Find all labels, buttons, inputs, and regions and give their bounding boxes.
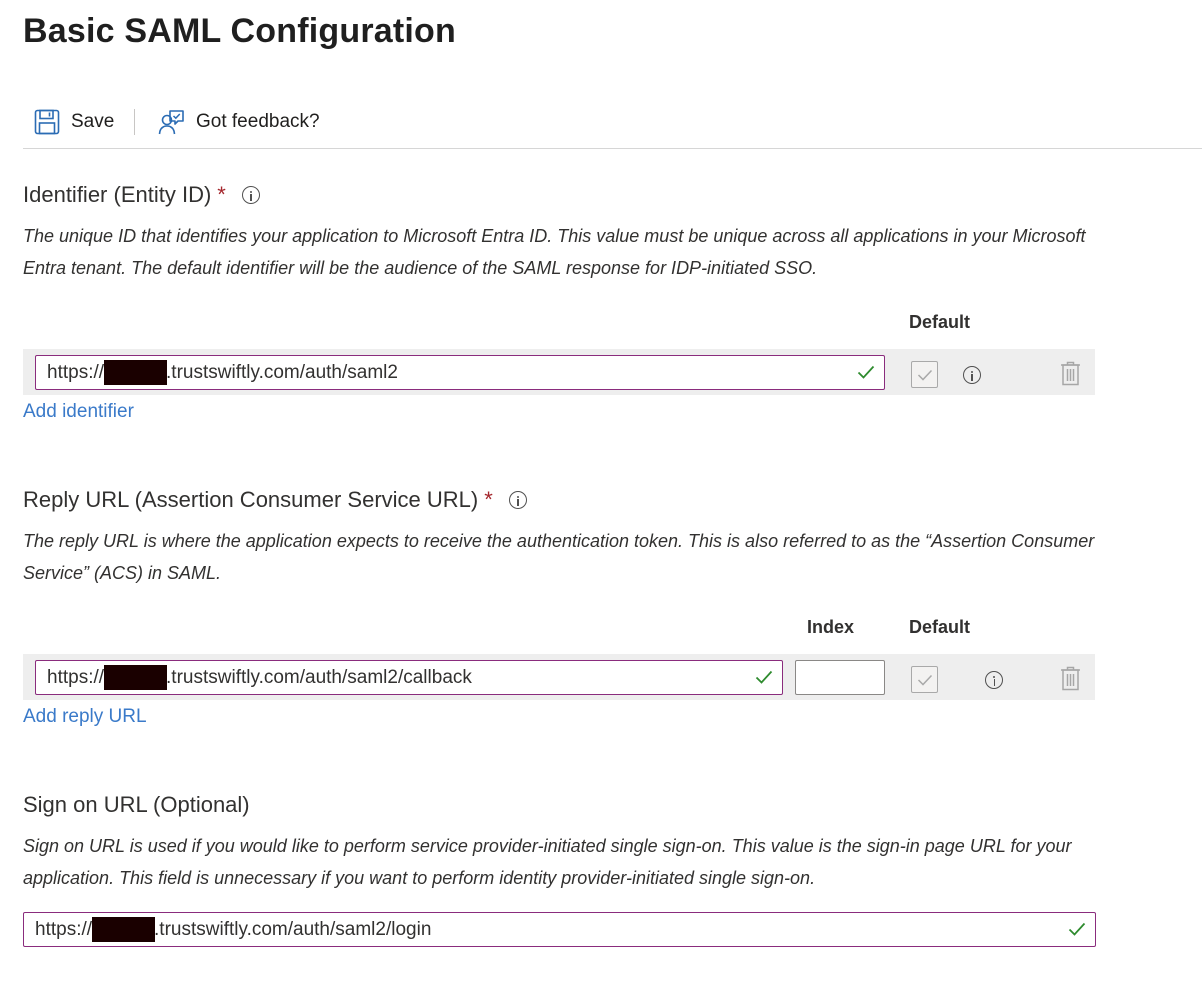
reply-url-index-header: Index <box>807 617 855 637</box>
reply-url-heading: Reply URL (Assertion Consumer Service UR… <box>23 487 527 513</box>
redacted-block <box>104 665 168 690</box>
sign-on-description: Sign on URL is used if you would like to… <box>23 836 1072 888</box>
identifier-default-header: Default <box>909 312 971 332</box>
redacted-block <box>104 360 168 385</box>
delete-icon[interactable] <box>1060 666 1081 696</box>
required-marker: * <box>484 487 493 512</box>
reply-url-default-checkbox[interactable] <box>911 666 938 693</box>
page-title: Basic SAML Configuration <box>23 12 456 50</box>
feedback-label: Got feedback? <box>196 111 320 132</box>
url-suffix: .trustswiftly.com/auth/saml2/callback <box>166 666 472 688</box>
redacted-block <box>92 917 156 942</box>
feedback-button[interactable]: Got feedback? <box>158 104 320 140</box>
check-icon <box>857 364 875 386</box>
add-identifier-link[interactable]: Add identifier <box>23 401 134 423</box>
info-icon[interactable] <box>508 491 527 509</box>
check-icon <box>755 669 773 691</box>
required-marker: * <box>217 182 226 207</box>
identifier-title: Identifier (Entity ID) <box>23 182 212 207</box>
url-prefix: https:// <box>47 666 105 688</box>
reply-url-title: Reply URL (Assertion Consumer Service UR… <box>23 487 479 512</box>
feedback-icon <box>158 109 196 136</box>
url-prefix: https:// <box>35 918 93 940</box>
toolbar-separator <box>134 109 135 135</box>
info-icon[interactable] <box>963 366 981 384</box>
toolbar-divider <box>23 148 1202 149</box>
add-reply-url-link[interactable]: Add reply URL <box>23 706 147 728</box>
url-suffix: .trustswiftly.com/auth/saml2 <box>166 361 398 383</box>
url-suffix: .trustswiftly.com/auth/saml2/login <box>154 918 432 940</box>
save-button[interactable]: Save <box>34 104 114 140</box>
checkmark-icon <box>917 369 932 381</box>
delete-icon[interactable] <box>1060 361 1081 391</box>
check-icon <box>1068 921 1086 943</box>
reply-url-index-input[interactable] <box>795 660 885 695</box>
sign-on-url-input[interactable]: https:// .trustswiftly.com/auth/saml2/log… <box>23 912 1096 947</box>
reply-url-input[interactable]: https:// .trustswiftly.com/auth/saml2/cal… <box>35 660 783 695</box>
identifier-default-checkbox[interactable] <box>911 361 938 388</box>
info-icon[interactable] <box>241 186 260 204</box>
sign-on-heading: Sign on URL (Optional) <box>23 792 250 818</box>
reply-url-description: The reply URL is where the application e… <box>23 531 1095 583</box>
identifier-heading: Identifier (Entity ID) * <box>23 182 260 208</box>
identifier-description: The unique ID that identifies your appli… <box>23 226 1086 278</box>
url-prefix: https:// <box>47 361 105 383</box>
checkmark-icon <box>917 674 932 686</box>
identifier-input[interactable]: https:// .trustswiftly.com/auth/saml2 <box>35 355 885 390</box>
sign-on-title: Sign on URL (Optional) <box>23 792 250 817</box>
reply-url-default-header: Default <box>909 617 971 637</box>
save-label: Save <box>71 111 115 132</box>
save-icon <box>34 109 71 135</box>
